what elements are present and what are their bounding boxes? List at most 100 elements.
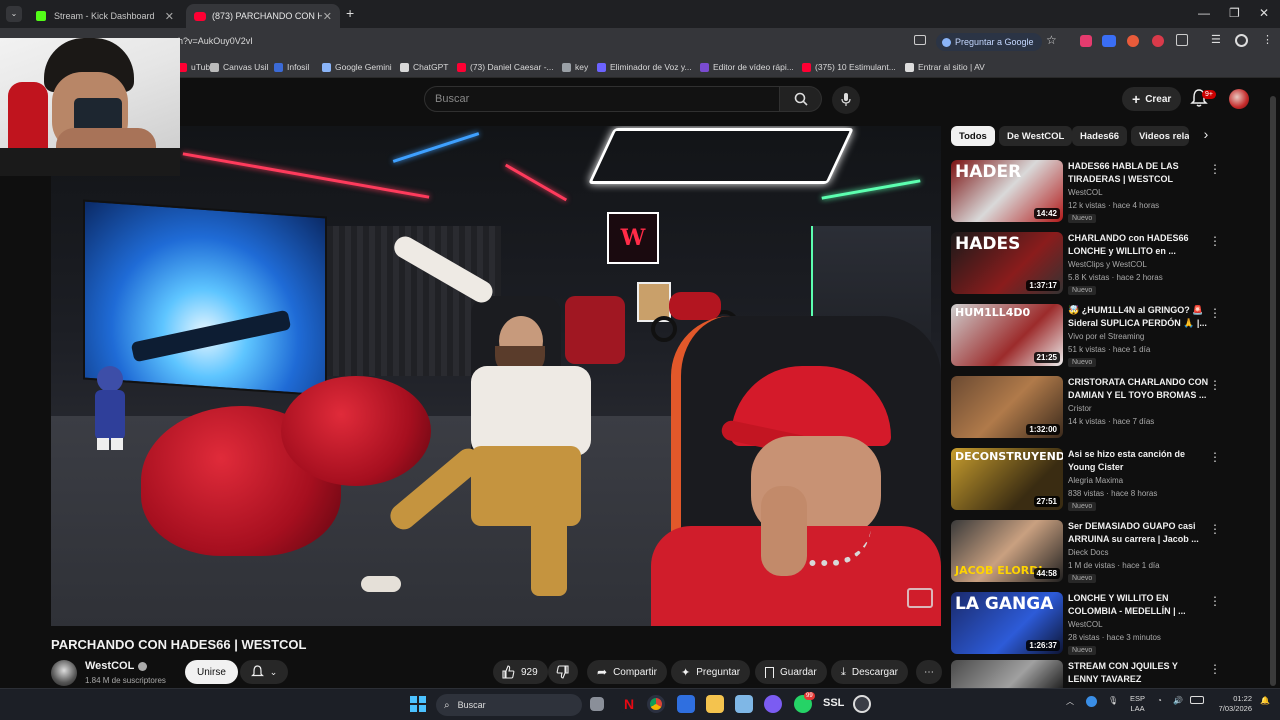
notification-center-icon[interactable]: 🔔 — [1260, 696, 1270, 705]
obs-icon[interactable] — [853, 695, 871, 713]
ask-google-button[interactable]: Preguntar a Google — [936, 33, 1042, 51]
video-player[interactable]: W — [51, 126, 941, 626]
video-thumbnail[interactable]: HADER 14:42 — [951, 160, 1063, 222]
clock[interactable]: 01:22 7/03/2026 — [1212, 694, 1252, 714]
more-vertical-icon[interactable]: ⋮ — [1209, 306, 1221, 320]
video-channel[interactable]: WestClips y WestCOL — [1068, 260, 1147, 269]
app-icon[interactable] — [764, 695, 782, 713]
video-title[interactable]: CHARLANDO con HADES66 LONCHE y WILLITO e… — [1068, 232, 1210, 258]
recommended-video[interactable]: LA GANGA 1:26:37 LONCHE Y WILLITO EN COLOM… — [951, 592, 1251, 658]
profile-icon[interactable] — [1235, 34, 1248, 47]
like-button[interactable]: 929 — [493, 660, 548, 684]
chip-related-videos[interactable]: Videos rela — [1131, 126, 1189, 146]
chrome-icon[interactable] — [647, 695, 665, 713]
channel-name-row[interactable]: WestCOL — [85, 660, 148, 672]
notification-preference-button[interactable]: ⌄ — [240, 660, 288, 684]
more-vertical-icon[interactable]: ⋮ — [1209, 378, 1221, 392]
video-thumbnail[interactable]: HUM1LL4D0 21:25 — [951, 304, 1063, 366]
tab-youtube-video[interactable]: (873) PARCHANDO CON HADES ✕ — [186, 4, 340, 28]
mic-tray-icon[interactable]: 🎙 — [1108, 696, 1118, 705]
user-avatar[interactable] — [1229, 89, 1249, 109]
windows-start-icon[interactable] — [410, 696, 426, 712]
recommended-video[interactable]: DECONSTRUYENDO 27:51 Asi se hizo esta canc… — [951, 448, 1251, 514]
bookmark-item[interactable]: Infosil — [274, 62, 309, 72]
search-button[interactable] — [780, 86, 822, 112]
more-vertical-icon[interactable]: ⋮ — [1209, 522, 1221, 536]
url-text[interactable]: h?v=AukOuy0V2vI — [178, 36, 253, 46]
more-vertical-icon[interactable]: ⋮ — [1209, 450, 1221, 464]
task-view-icon[interactable] — [590, 697, 604, 711]
close-icon[interactable]: ✕ — [165, 10, 174, 23]
video-thumbnail[interactable]: DECONSTRUYENDO 27:51 — [951, 448, 1063, 510]
video-title[interactable]: Asi se hizo esta canción de Young Cister — [1068, 448, 1210, 474]
volume-icon[interactable]: 🔊 — [1173, 696, 1183, 705]
dislike-button[interactable] — [548, 660, 578, 684]
star-icon[interactable]: ☆ — [1046, 33, 1057, 47]
video-title[interactable]: STREAM CON JQUILES Y LENNY TAVAREZ — [1068, 660, 1210, 686]
language-indicator[interactable]: ESP LAA — [1130, 694, 1145, 714]
video-thumbnail[interactable]: 1:32:00 — [951, 376, 1063, 438]
bookmark-item[interactable]: (375) 10 Estimulant... — [802, 62, 896, 72]
tray-chevron-icon[interactable]: ︿ — [1066, 696, 1074, 707]
video-thumbnail[interactable]: LA GANGA 1:26:37 — [951, 592, 1063, 654]
video-channel[interactable]: Dieck Docs — [1068, 548, 1108, 557]
more-vertical-icon[interactable]: ⋮ — [1209, 662, 1221, 676]
recommended-video[interactable]: STREAM CON JQUILES Y LENNY TAVAREZ ⋮ — [951, 660, 1251, 688]
ask-button[interactable]: ✦ Preguntar — [671, 660, 751, 684]
tab-list-icon[interactable]: ☰ — [1211, 33, 1221, 46]
extension-icon-2[interactable] — [1102, 35, 1116, 47]
search-input[interactable]: Buscar — [424, 86, 780, 112]
extensions-puzzle-icon[interactable] — [1176, 34, 1188, 46]
bookmark-item[interactable]: (73) Daniel Caesar -... — [457, 62, 554, 72]
address-bar[interactable]: h?v=AukOuy0V2vI ☆ ☰ ⋮ — [0, 28, 1280, 56]
video-channel[interactable]: WestCOL — [1068, 620, 1103, 629]
new-tab-button[interactable]: + — [346, 5, 354, 21]
video-channel[interactable]: Cristor — [1068, 404, 1092, 413]
video-channel[interactable]: Alegria Maxima — [1068, 476, 1123, 485]
image-app-icon[interactable] — [735, 695, 753, 713]
bookmark-item[interactable]: Canvas Usil — [210, 62, 268, 72]
cast-icon[interactable] — [914, 35, 926, 45]
close-icon[interactable]: ✕ — [323, 10, 332, 23]
more-vertical-icon[interactable]: ⋮ — [1209, 594, 1221, 608]
voice-search-button[interactable] — [832, 86, 860, 114]
wifi-icon[interactable]: ◔ — [1157, 696, 1162, 705]
join-button[interactable]: Unirse — [185, 660, 238, 684]
video-title[interactable]: CRISTORATA CHARLANDO CON DAMIAN Y EL TOY… — [1068, 376, 1210, 402]
save-button[interactable]: Guardar — [755, 660, 827, 684]
video-title[interactable]: Ser DEMASIADO GUAPO casi ARRUINA su carr… — [1068, 520, 1210, 546]
extension-icon-1[interactable] — [1080, 35, 1092, 47]
channel-avatar[interactable] — [51, 660, 77, 686]
recommended-video[interactable]: HUM1LL4D0 21:25 🤯 ¿HUM1LL4N al GRINGO? 🚨 S… — [951, 304, 1251, 370]
video-thumbnail[interactable]: JACOB ELORDI 44:58 — [951, 520, 1063, 582]
tab-kick-dashboard[interactable]: Stream - Kick Dashboard ✕ — [28, 4, 182, 28]
tray-app-icon[interactable] — [1086, 696, 1097, 707]
battery-icon[interactable] — [1190, 696, 1204, 704]
video-channel[interactable]: WestCOL — [1068, 188, 1103, 197]
recommended-video[interactable]: HADER 14:42 HADES66 HABLA DE LAS TIRADERAS… — [951, 160, 1251, 226]
video-thumbnail[interactable] — [951, 660, 1063, 688]
netflix-icon[interactable]: N — [620, 695, 638, 713]
chip-all[interactable]: Todos — [951, 126, 995, 146]
bookmark-item[interactable]: Google Gemini — [322, 62, 392, 72]
create-button[interactable]: + Crear — [1122, 87, 1182, 111]
ssl-app[interactable]: SSL — [823, 697, 844, 709]
chrome-menu-icon[interactable]: ⋮ — [1262, 33, 1273, 46]
bookmark-item[interactable]: Editor de vídeo rápi... — [700, 62, 794, 72]
recommended-video[interactable]: JACOB ELORDI 44:58 Ser DEMASIADO GUAPO cas… — [951, 520, 1251, 586]
extension-icon-4[interactable] — [1152, 35, 1164, 47]
video-title[interactable]: LONCHE Y WILLITO EN COLOMBIA - MEDELLÍN … — [1068, 592, 1210, 618]
video-title[interactable]: HADES66 HABLA DE LAS TIRADERAS | WESTCOL — [1068, 160, 1210, 186]
video-thumbnail[interactable]: HADES 1:37:17 — [951, 232, 1063, 294]
restore-button[interactable]: ❐ — [1229, 6, 1240, 20]
bookmark-item[interactable]: Entrar al sitio | AV — [905, 62, 985, 72]
chip-from-westcol[interactable]: De WestCOL — [999, 126, 1073, 146]
tab-search-dropdown[interactable]: ⌄ — [6, 6, 22, 22]
video-channel[interactable]: Vivo por el Streaming — [1068, 332, 1144, 341]
bookmark-item[interactable]: key — [562, 62, 588, 72]
video-title[interactable]: 🤯 ¿HUM1LL4N al GRINGO? 🚨 Sideral SUPLICA… — [1068, 304, 1210, 330]
file-explorer-icon[interactable] — [706, 695, 724, 713]
chip-hades66[interactable]: Hades66 — [1072, 126, 1128, 146]
bookmark-item[interactable]: ChatGPT — [400, 62, 448, 72]
window-close-button[interactable]: ✕ — [1259, 6, 1269, 20]
